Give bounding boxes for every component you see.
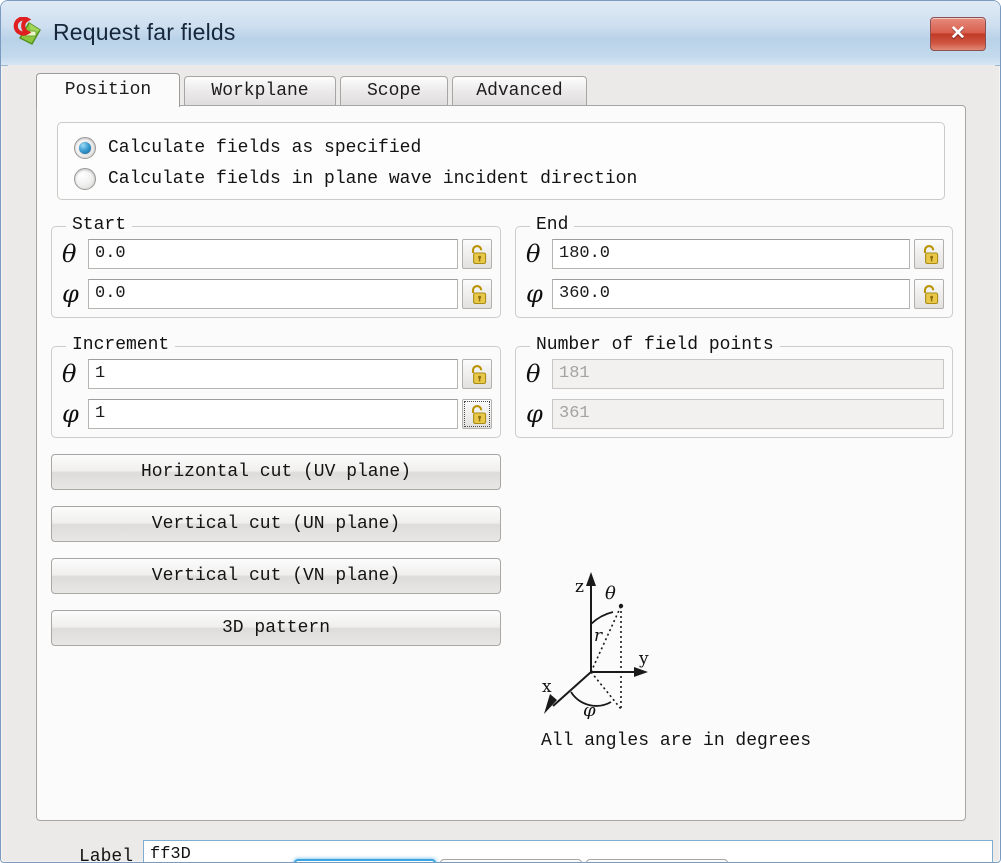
radio-option-as-specified-label: Calculate fields as specified [108,138,422,158]
svg-text:φ: φ [583,700,596,719]
end-theta-row: θ 180.0 [526,239,944,269]
calculation-mode-group: Calculate fields as specified Calculate … [57,122,945,200]
close-window-button[interactable]: ✕ [930,17,986,51]
phi-symbol: φ [526,400,543,428]
horizontal-cut-uv-button[interactable]: Horizontal cut (UV plane) [51,454,501,490]
svg-text:y: y [638,649,649,669]
start-theta-unlocked-padlock-icon[interactable] [462,239,492,269]
increment-group: Increment θ 1 φ 1 [51,335,501,438]
angle-units-note: All angles are in degrees [541,731,812,751]
phi-symbol: φ [526,280,543,308]
end-phi-input[interactable]: 360.0 [552,279,910,309]
increment-phi-unlocked-padlock-icon[interactable] [462,399,492,429]
end-group-title: End [530,215,575,235]
theta-symbol: θ [526,240,541,268]
svg-text:r: r [594,626,603,646]
end-theta-unlocked-padlock-icon[interactable] [914,239,944,269]
close-icon: ✕ [950,23,966,44]
radio-option-as-specified[interactable]: Calculate fields as specified [74,134,421,162]
svg-text:θ: θ [605,583,616,604]
svg-text:x: x [542,677,552,697]
increment-phi-row: φ 1 [62,399,492,429]
start-group-title: Start [66,215,133,235]
tab-content-panel: Calculate fields as specified Calculate … [36,105,993,862]
radio-unselected-icon [74,168,96,190]
theta-symbol: θ [62,360,77,388]
radio-option-plane-wave-label: Calculate fields in plane wave incident … [108,169,638,189]
tab-strip: Position Workplane Scope Advanced [36,73,966,107]
theta-symbol: θ [62,240,77,268]
spherical-coordinate-diagram: z y x θ r φ [535,564,660,724]
radio-option-plane-wave[interactable]: Calculate fields in plane wave incident … [74,165,637,193]
add-button[interactable]: Add [440,859,582,862]
start-phi-unlocked-padlock-icon[interactable] [462,279,492,309]
label-field-caption: Label [79,847,134,862]
window-title: Request far fields [53,19,236,45]
start-group: Start θ 0.0 φ 0.0 [51,215,501,318]
title-bar: Request far fields ✕ [1,1,1000,66]
field-points-theta-row: θ 181 [526,359,944,389]
field-points-group: Number of field points θ 181 φ 361 [515,335,953,438]
start-theta-row: θ 0.0 [62,239,492,269]
dialog-body: Position Workplane Scope Advanced Calcul… [8,65,995,862]
field-points-phi-row: φ 361 [526,399,944,429]
end-phi-row: φ 360.0 [526,279,944,309]
start-theta-input[interactable]: 0.0 [88,239,458,269]
radio-selected-icon [74,137,96,159]
tab-workplane[interactable]: Workplane [184,76,336,106]
svg-text:z: z [575,577,584,597]
field-points-phi-value: 361 [552,399,944,429]
phi-symbol: φ [62,400,79,428]
tab-position[interactable]: Position [36,73,180,107]
start-phi-row: φ 0.0 [62,279,492,309]
increment-theta-row: θ 1 [62,359,492,389]
tab-scope[interactable]: Scope [340,76,448,106]
window-inner-frame: Request far fields ✕ Position Workplane … [1,1,1000,862]
field-points-group-title: Number of field points [530,335,780,355]
increment-theta-input[interactable]: 1 [88,359,458,389]
close-button[interactable]: Close [586,859,728,862]
end-phi-unlocked-padlock-icon[interactable] [914,279,944,309]
increment-theta-unlocked-padlock-icon[interactable] [462,359,492,389]
dialog-window: Request far fields ✕ Position Workplane … [0,0,1001,863]
theta-symbol: θ [526,360,541,388]
increment-phi-input[interactable]: 1 [88,399,458,429]
phi-symbol: φ [62,280,79,308]
end-theta-input[interactable]: 180.0 [552,239,910,269]
3d-pattern-button[interactable]: 3D pattern [51,610,501,646]
tab-advanced[interactable]: Advanced [452,76,587,106]
create-button[interactable]: Create [294,859,436,862]
end-group: End θ 180.0 φ 360.0 [515,215,953,318]
start-phi-input[interactable]: 0.0 [88,279,458,309]
vertical-cut-un-button[interactable]: Vertical cut (UN plane) [51,506,501,542]
field-points-theta-value: 181 [552,359,944,389]
increment-group-title: Increment [66,335,176,355]
application-icon [13,16,47,49]
vertical-cut-vn-button[interactable]: Vertical cut (VN plane) [51,558,501,594]
